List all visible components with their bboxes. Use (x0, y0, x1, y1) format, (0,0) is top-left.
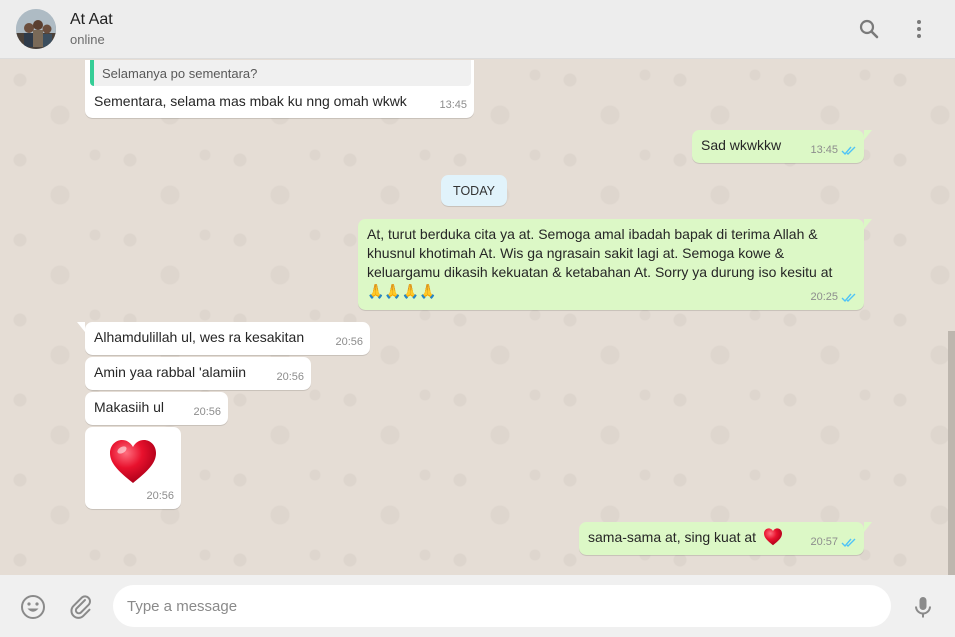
chat-header: At Aat online (0, 0, 955, 59)
chat-scrollbar[interactable] (948, 331, 955, 575)
menu-icon[interactable] (907, 17, 931, 41)
quoted-text: Selamanya po sementara? (102, 66, 258, 81)
message-time: 20:56 (276, 371, 304, 383)
message-time: 20:56 (335, 336, 363, 348)
message-time: 20:25 (810, 288, 857, 307)
avatar-photo (16, 9, 56, 49)
message-time: 20:56 (193, 406, 221, 418)
date-divider: TODAY (441, 175, 507, 206)
message-incoming[interactable]: Alhamdulillah ul, wes ra kesakitan 20:56 (77, 322, 370, 355)
message-time: 13:45 (810, 141, 857, 160)
message-text: At, turut berduka cita ya at. Semoga ama… (367, 226, 833, 299)
message-text: Amin yaa rabbal 'alamiin (94, 364, 247, 380)
message-time: 20:57 (810, 533, 857, 552)
message-text: Sad wkwkkw (701, 137, 782, 153)
message-input[interactable] (113, 585, 891, 627)
message-text: sama-sama at, sing kuat at (588, 529, 757, 545)
composer-bar (0, 575, 955, 637)
read-receipt-icon (841, 293, 856, 303)
read-receipt-icon (841, 538, 856, 548)
message-text: Sementara, selama mas mbak ku nng omah w… (94, 93, 407, 109)
contact-name[interactable]: At Aat (70, 11, 113, 29)
message-outgoing[interactable]: sama-sama at, sing kuat at 20:57 (579, 522, 872, 555)
message-incoming[interactable]: Selamanya po sementara? Sementara, selam… (85, 60, 474, 118)
message-text: Alhamdulillah ul, wes ra kesakitan (94, 329, 305, 345)
microphone-icon[interactable] (910, 594, 936, 620)
message-incoming[interactable]: 20:56 (85, 427, 181, 509)
message-incoming[interactable]: Makasiih ul 20:56 (85, 392, 228, 425)
message-time: 20:56 (146, 490, 174, 502)
message-list[interactable]: Selamanya po sementara? Sementara, selam… (0, 60, 955, 575)
message-outgoing[interactable]: Sad wkwkkw 13:45 (692, 130, 872, 163)
search-icon[interactable] (857, 17, 881, 41)
contact-avatar[interactable] (16, 9, 56, 49)
message-time: 13:45 (439, 99, 467, 111)
heart-emoji-icon (110, 440, 156, 483)
read-receipt-icon (841, 146, 856, 156)
message-incoming[interactable]: Amin yaa rabbal 'alamiin 20:56 (85, 357, 311, 390)
heart-emoji-icon (763, 528, 782, 546)
paperclip-icon[interactable] (68, 594, 94, 620)
message-outgoing[interactable]: At, turut berduka cita ya at. Semoga ama… (358, 219, 872, 310)
quoted-message[interactable]: Selamanya po sementara? (90, 60, 471, 86)
contact-status: online (70, 32, 105, 47)
smiley-icon[interactable] (20, 594, 46, 620)
message-text: Makasiih ul (94, 399, 165, 415)
